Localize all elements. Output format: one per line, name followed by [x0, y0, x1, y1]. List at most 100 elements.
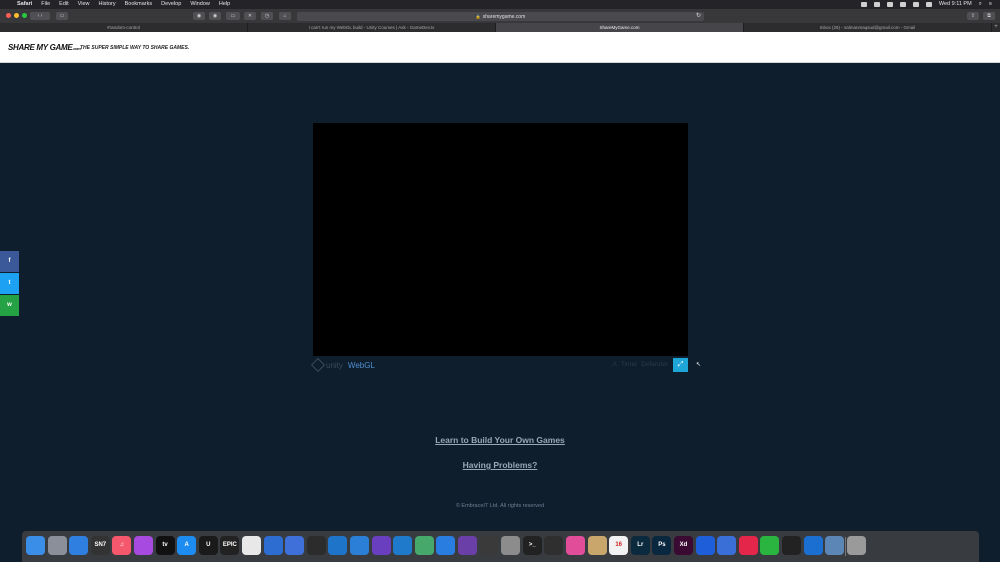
history-icon[interactable]: ◷ [261, 12, 273, 20]
twitter-share-button[interactable]: t [0, 273, 19, 294]
menu-item[interactable]: Develop [161, 0, 181, 9]
dock-photoshop-icon[interactable]: Ps [652, 536, 672, 555]
webgl-label: WebGL [347, 360, 375, 370]
dock-unity-hub-icon[interactable] [242, 536, 261, 555]
dock-app-22-icon[interactable] [479, 536, 499, 555]
menu-item[interactable]: Edit [59, 0, 68, 9]
facebook-share-button[interactable]: f [0, 251, 19, 272]
dock-affinity-icon[interactable] [717, 536, 737, 555]
dock-app-13-icon[interactable] [285, 536, 305, 555]
dock-tv-icon[interactable]: tv [155, 536, 175, 555]
dock-app-38-icon[interactable] [825, 536, 845, 555]
dock-podcasts-icon[interactable] [134, 536, 153, 555]
wifi-icon[interactable] [912, 2, 919, 7]
whatsapp-share-button[interactable]: w [0, 295, 19, 316]
game-title-part-2: Timer [620, 361, 638, 368]
tab-gmail[interactable]: Inbox (26) - salmanmaqsud@gmail.com - Gm… [744, 23, 992, 32]
minimize-window-icon[interactable] [14, 13, 19, 18]
unity-footer: unity WebGL A Timer Defender ⤢ [310, 357, 688, 373]
twitter-icon: t [8, 280, 11, 286]
dock-calendar-icon[interactable]: 16 [609, 536, 629, 555]
tab-sharemygame[interactable]: ShareMyGame.com [496, 23, 744, 32]
dock-launchpad-icon[interactable] [47, 536, 67, 555]
dock-xcode-icon[interactable] [350, 536, 369, 555]
mouse-cursor-icon: ↖ [696, 362, 702, 368]
dock-whatsapp-icon[interactable] [760, 536, 780, 555]
dock-finder-icon[interactable] [26, 536, 45, 555]
browser-toolbar: ‹ › ▭ ◉ ◉ ▭ ✕ ◷ ⌂ 🔒 sharemygame.com ↻ ⇪ ⧉ [0, 9, 1000, 23]
dock-maps-icon[interactable] [436, 536, 456, 555]
dock-sn7-icon[interactable]: SN7 [90, 536, 110, 555]
dock-lightroom-icon[interactable]: Lr [630, 536, 650, 555]
dock-visual-studio-icon[interactable] [371, 536, 391, 555]
logo-text: SHARE MY GAME [8, 43, 73, 52]
menu-item[interactable]: History [98, 0, 115, 9]
extension-icon-4[interactable]: ✕ [244, 12, 256, 20]
record-icon[interactable] [886, 2, 893, 7]
game-canvas[interactable] [313, 123, 688, 356]
copyright-text: © EmbraceIT Ltd. All rights reserved [455, 503, 545, 509]
sidebar-toggle-icon[interactable]: ▭ [56, 12, 68, 20]
dock-vscode-icon[interactable] [393, 536, 413, 555]
whatsapp-icon: w [7, 302, 12, 308]
dock-app-19-icon[interactable] [414, 536, 434, 555]
clock[interactable]: Wed 9:11 PM [939, 0, 972, 9]
site-logo[interactable]: SHARE MY GAME.com [8, 43, 81, 52]
dock-github-icon[interactable] [458, 536, 477, 555]
extension-icon-3[interactable]: ▭ [226, 12, 240, 20]
dock-system-preferences-icon[interactable] [501, 536, 521, 555]
learn-link[interactable]: Learn to Build Your Own Games [0, 435, 1000, 445]
address-bar[interactable]: 🔒 sharemygame.com ↻ [297, 11, 704, 21]
site-tagline: THE SUPER SIMPLE WAY TO SHARE GAMES. [80, 45, 190, 51]
tab-gamedev[interactable]: I can't run my WebGL build - Unity Cours… [248, 23, 496, 32]
fullscreen-icon: ⤢ [677, 361, 684, 368]
menu-item[interactable]: File [41, 0, 50, 9]
dock-edge-icon[interactable] [328, 536, 348, 555]
dock-music-icon[interactable]: ♫ [112, 536, 132, 555]
dock-sourcetree-icon[interactable] [263, 536, 283, 555]
dock-unity-icon[interactable] [782, 536, 801, 555]
fullscreen-button[interactable]: ⤢ [673, 358, 688, 372]
dock-framer-icon[interactable] [695, 536, 715, 555]
spotlight-icon[interactable]: ⌕ [979, 0, 982, 9]
url-text: sharemygame.com [482, 13, 526, 20]
home-icon[interactable]: ⌂ [279, 12, 291, 20]
menu-item[interactable]: Window [190, 0, 210, 9]
dock-app-34-icon[interactable] [738, 536, 758, 555]
tab-bar: #random-control I can't run my WebGL bui… [0, 23, 1000, 32]
dock-activity-monitor-icon[interactable] [544, 536, 564, 555]
dock-terminal-icon[interactable]: >_ [522, 536, 542, 555]
lock-icon: 🔒 [475, 13, 481, 19]
zoom-window-icon[interactable] [22, 13, 27, 18]
reload-icon[interactable]: ↻ [696, 12, 701, 21]
dock-safari-icon[interactable] [69, 536, 89, 555]
game-title-part-1: A [612, 361, 617, 368]
battery-icon[interactable] [925, 2, 932, 7]
menu-item[interactable]: Bookmarks [125, 0, 153, 9]
menu-item[interactable]: Help [219, 0, 230, 9]
new-tab-button[interactable]: + [992, 23, 1000, 32]
volume-icon[interactable] [873, 2, 880, 7]
dock-epic-icon[interactable]: EPIC [220, 536, 240, 555]
menu-item[interactable]: View [78, 0, 90, 9]
having-problems-link[interactable]: Having Problems? [0, 460, 1000, 470]
tabs-overview-icon[interactable]: ⧉ [983, 12, 995, 20]
extension-icon-1[interactable]: ◉ [193, 12, 205, 20]
dock-xd-icon[interactable]: Xd [674, 536, 693, 555]
dock-1password-icon[interactable] [803, 536, 823, 555]
dock-app-27-icon[interactable] [587, 536, 607, 555]
close-window-icon[interactable] [6, 13, 11, 18]
bluetooth-icon[interactable] [899, 2, 906, 7]
dock-unreal-icon[interactable]: U [198, 536, 218, 555]
dock-trash-icon[interactable] [846, 536, 866, 555]
extension-icon-2[interactable]: ◉ [209, 12, 221, 20]
tab-random-control[interactable]: #random-control [0, 23, 248, 32]
menu-app-name[interactable]: Safari [17, 0, 32, 9]
dock-obs-icon[interactable] [306, 536, 326, 555]
back-forward-button[interactable]: ‹ › [30, 12, 50, 20]
screen-icon[interactable] [860, 2, 867, 7]
share-icon[interactable]: ⇪ [967, 12, 979, 20]
dock-app-26-icon[interactable] [566, 536, 585, 555]
dock-appstore-icon[interactable]: A [177, 536, 197, 555]
control-center-icon[interactable]: ≡ [989, 0, 992, 9]
